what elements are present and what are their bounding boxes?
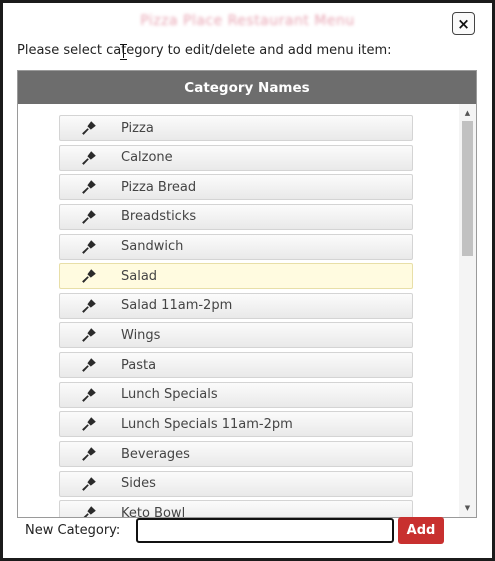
category-row[interactable]: Salad 11am-2pm <box>59 292 413 319</box>
category-label: Breadsticks <box>121 209 197 225</box>
category-label: Pizza <box>121 120 154 136</box>
instruction-text: Please select category to edit/delete an… <box>17 43 392 58</box>
category-label: Pizza Bread <box>121 179 197 195</box>
paint-brush-icon[interactable] <box>81 446 97 462</box>
category-row[interactable]: Beverages <box>59 441 413 468</box>
category-label: Pasta <box>121 357 157 373</box>
category-label: Lunch Specials 11am-2pm <box>121 416 293 432</box>
paint-brush-icon[interactable] <box>81 120 97 136</box>
category-row[interactable]: Breadsticks <box>59 203 413 230</box>
category-label: Sides <box>121 476 156 492</box>
category-label: Calzone <box>121 150 173 166</box>
paint-brush-icon[interactable] <box>81 505 97 517</box>
category-label: Wings <box>121 327 161 343</box>
category-row[interactable]: Lunch Specials <box>59 381 413 408</box>
category-row[interactable]: Sandwich <box>59 233 413 260</box>
scrollbar-thumb[interactable] <box>462 121 473 256</box>
category-row[interactable]: Salad <box>59 263 413 290</box>
category-row[interactable]: Wings <box>59 322 413 349</box>
category-row[interactable]: Keto Bowl <box>59 500 413 517</box>
category-label: Salad <box>121 268 158 284</box>
category-row[interactable]: Lunch Specials 11am-2pm <box>59 411 413 438</box>
close-button[interactable]: × <box>452 12 475 35</box>
paint-brush-icon[interactable] <box>81 179 97 195</box>
category-list: Pizza Calzone Pizza Bread Breadsticks Sandwi… <box>59 115 413 517</box>
category-row[interactable]: Calzone <box>59 144 413 171</box>
scrollbar[interactable]: ▲ ▼ <box>459 104 476 517</box>
text-cursor-icon <box>120 43 128 60</box>
paint-brush-icon[interactable] <box>81 150 97 166</box>
paint-brush-icon[interactable] <box>81 268 97 284</box>
paint-brush-icon[interactable] <box>81 416 97 432</box>
paint-brush-icon[interactable] <box>81 239 97 255</box>
table-header: Category Names <box>18 71 476 104</box>
paint-brush-icon[interactable] <box>81 476 97 492</box>
category-list-area: Pizza Calzone Pizza Bread Breadsticks Sandwi… <box>18 104 476 517</box>
category-label: Keto Bowl <box>121 505 186 517</box>
paint-brush-icon[interactable] <box>81 387 97 403</box>
category-label: Beverages <box>121 446 190 462</box>
category-row[interactable]: Pasta <box>59 352 413 379</box>
paint-brush-icon[interactable] <box>81 298 97 314</box>
category-table: Category Names Pizza Calzone Pizza Bread Br… <box>17 70 477 518</box>
paint-brush-icon[interactable] <box>81 209 97 225</box>
category-label: Lunch Specials <box>121 387 218 403</box>
paint-brush-icon[interactable] <box>81 327 97 343</box>
category-label: Sandwich <box>121 239 184 255</box>
category-row[interactable]: Pizza <box>59 115 413 141</box>
category-dialog: Pizza Place Restaurant Menu × Please sel… <box>0 0 495 561</box>
paint-brush-icon[interactable] <box>81 357 97 373</box>
dialog-title: Pizza Place Restaurant Menu <box>140 13 355 29</box>
category-row[interactable]: Pizza Bread <box>59 174 413 201</box>
new-category-input[interactable] <box>136 518 394 543</box>
add-button[interactable]: Add <box>398 517 444 544</box>
category-row[interactable]: Sides <box>59 470 413 497</box>
scroll-down-arrow-icon[interactable]: ▼ <box>459 501 476 515</box>
category-label: Salad 11am-2pm <box>121 298 233 314</box>
new-category-label: New Category: <box>25 523 121 538</box>
scroll-up-arrow-icon[interactable]: ▲ <box>459 106 476 120</box>
